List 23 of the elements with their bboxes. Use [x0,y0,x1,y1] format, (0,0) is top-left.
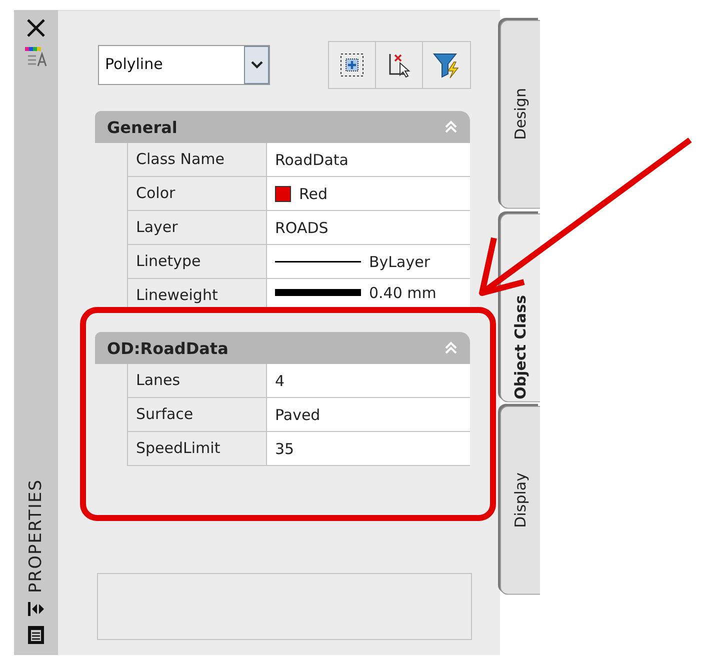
value-text: ROADS [275,218,328,236]
properties-icon[interactable] [24,46,48,68]
value-text: Red [299,184,328,202]
close-icon[interactable] [26,18,46,38]
panel-title: PROPERTIES [26,479,46,593]
value-text: 0.40 mm [369,284,436,302]
auto-hide-icon[interactable] [27,601,45,617]
side-tab[interactable]: Design [500,20,540,209]
thick-line-sample-icon [275,289,361,297]
section-header[interactable]: OD:RoadData [95,332,470,364]
value-text: 4 [275,372,285,390]
dropdown-button[interactable] [244,46,269,84]
value-text: 35 [275,440,294,458]
value-text: RoadData [275,150,348,168]
object-type-dropdown[interactable]: Polyline [98,45,270,85]
chevron-down-icon [250,61,262,69]
plus-box-icon [338,51,366,79]
value-text: Paved [275,406,320,424]
side-tab[interactable]: Object Class [500,212,540,402]
value-text: ByLayer [369,252,430,270]
side-tab[interactable]: Display [500,406,540,595]
section-header[interactable]: General [95,111,470,143]
menu-icon[interactable] [27,625,45,645]
